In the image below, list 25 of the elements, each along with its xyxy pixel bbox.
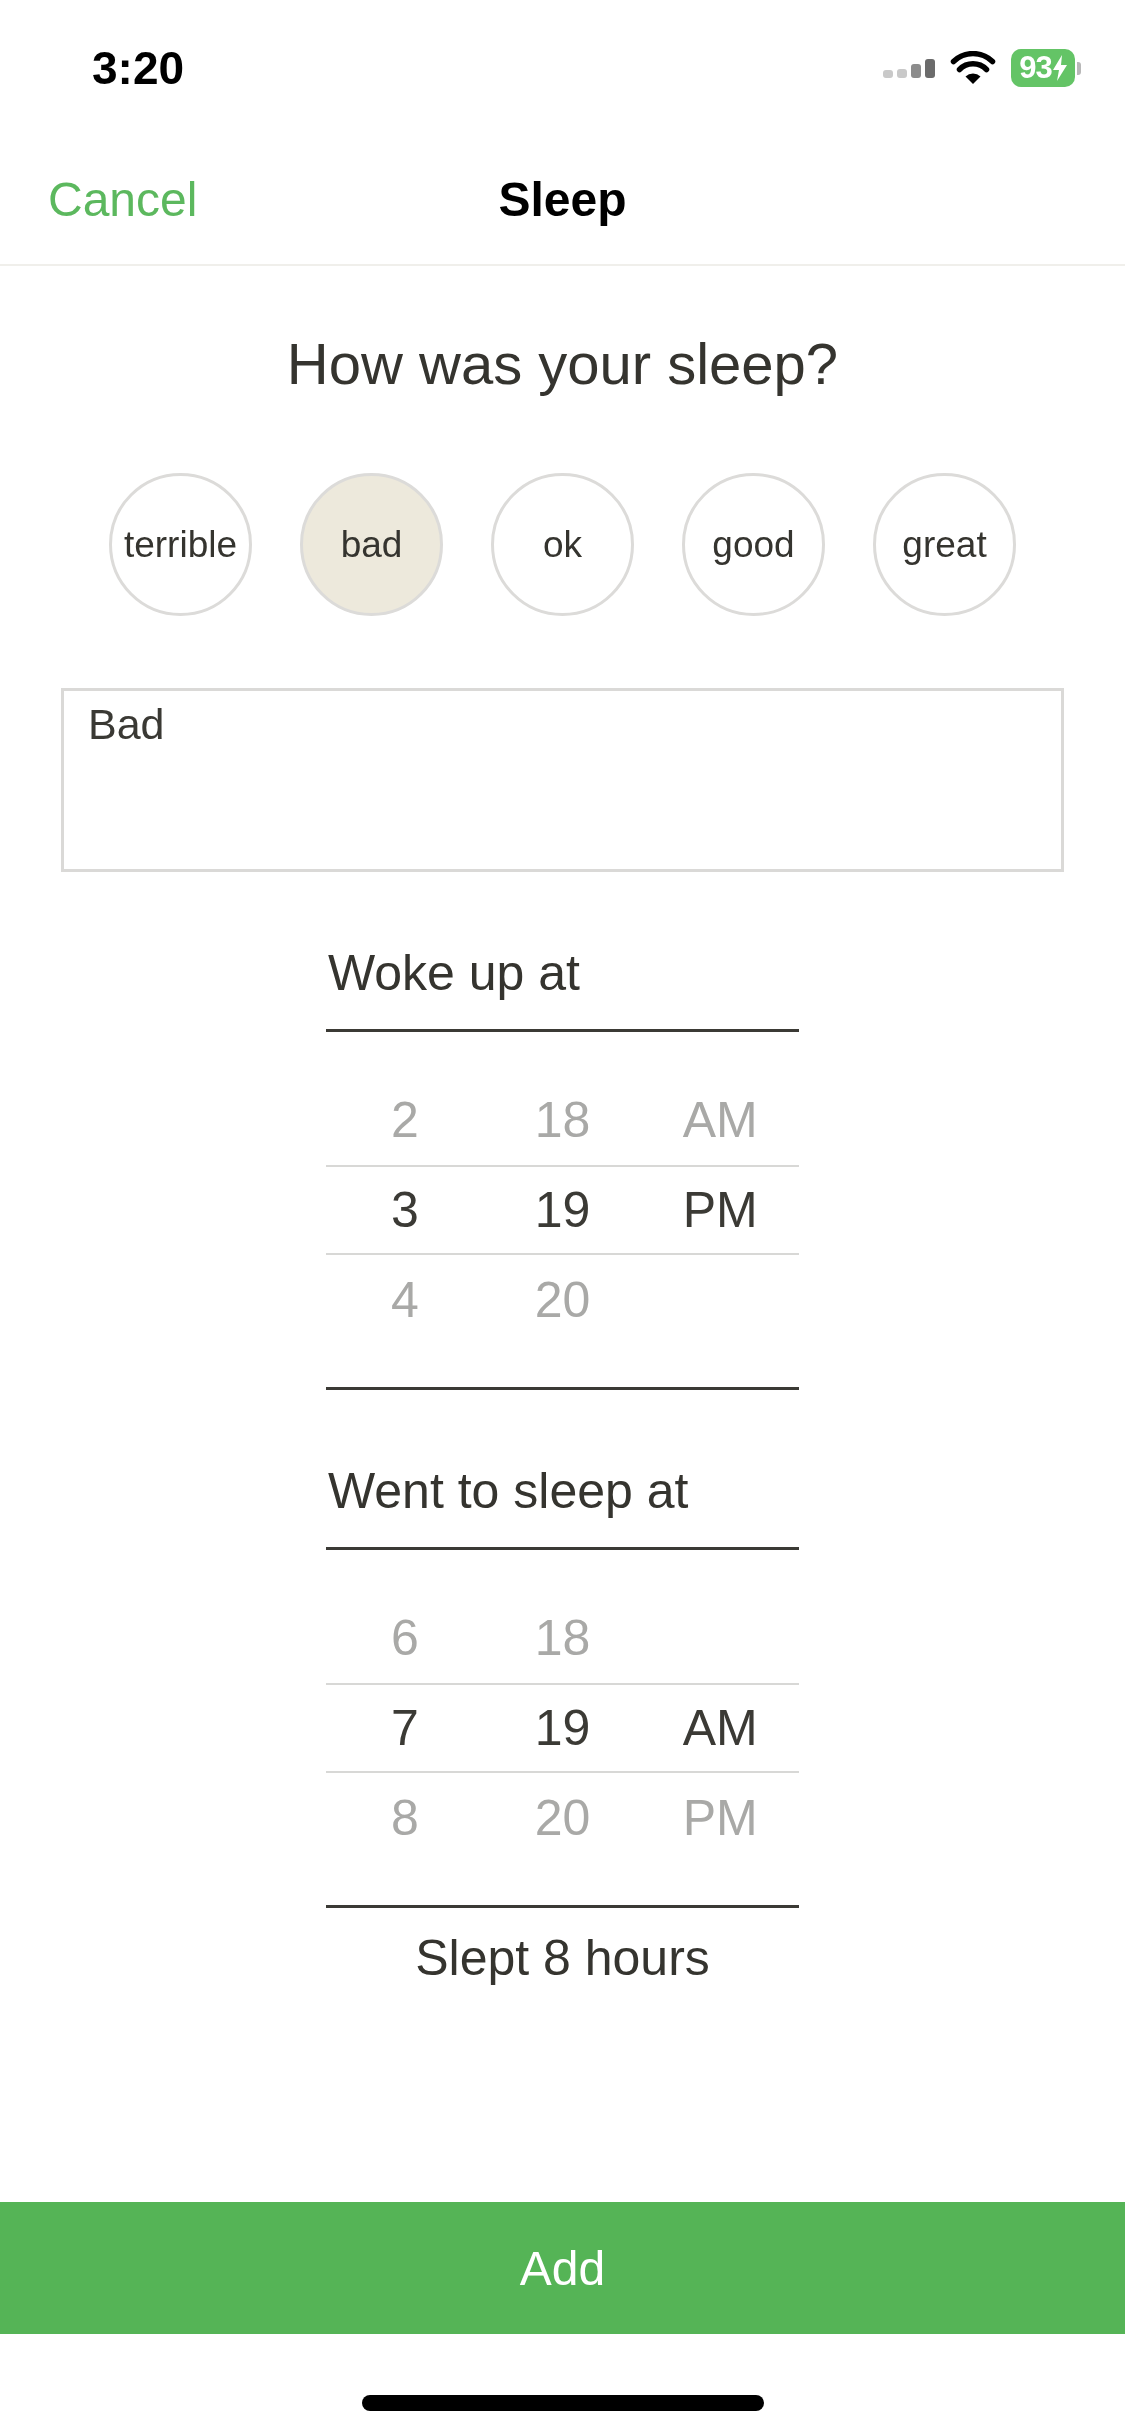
battery-percent: 93 bbox=[1019, 51, 1052, 85]
status-time: 3:20 bbox=[92, 41, 185, 95]
hour-option[interactable]: 7 bbox=[390, 1698, 419, 1757]
question-heading: How was your sleep? bbox=[285, 330, 840, 398]
period-option[interactable]: PM bbox=[682, 1180, 758, 1239]
period-option[interactable]: AM bbox=[682, 1698, 758, 1757]
time-picker[interactable]: 6 18 7 19 AM 8 20 PM bbox=[326, 1547, 799, 1908]
bolt-icon bbox=[1052, 55, 1067, 81]
wifi-icon bbox=[950, 51, 996, 85]
rating-option[interactable]: ok bbox=[491, 473, 634, 616]
time-picker[interactable]: 2 18 AM 3 19 PM 4 20 bbox=[326, 1029, 799, 1390]
picker-label: Went to sleep at bbox=[327, 1462, 690, 1521]
rating-option[interactable]: good bbox=[682, 473, 825, 616]
sleep-duration-text: Slept 8 hours bbox=[414, 1929, 711, 1987]
minute-option[interactable]: 19 bbox=[534, 1698, 591, 1757]
hour-option[interactable]: 3 bbox=[390, 1180, 419, 1239]
battery-terminal-icon bbox=[1077, 61, 1081, 75]
note-field[interactable]: Bad bbox=[61, 688, 1064, 872]
rating-option[interactable]: bad bbox=[300, 473, 443, 616]
picker-label: Woke up at bbox=[327, 944, 581, 1003]
rating-option[interactable]: terrible bbox=[109, 473, 252, 616]
nav-title: Sleep bbox=[498, 172, 627, 228]
signal-icon bbox=[883, 58, 935, 78]
rating-option[interactable]: great bbox=[873, 473, 1016, 616]
minute-option[interactable]: 19 bbox=[534, 1180, 591, 1239]
